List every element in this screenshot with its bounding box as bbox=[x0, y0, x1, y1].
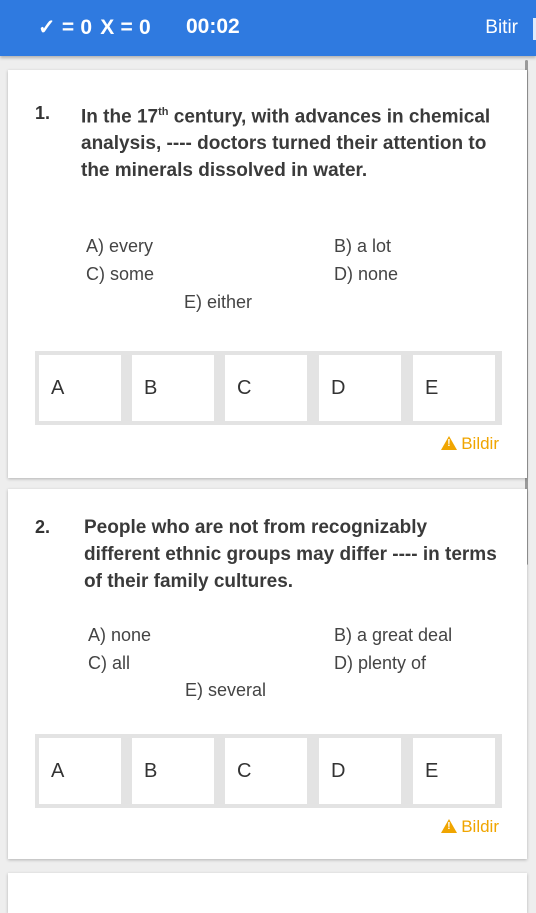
score-summary: ✓ = 0 X = 0 bbox=[38, 15, 151, 40]
question-text: In the 17th century, with advances in ch… bbox=[81, 106, 491, 182]
answer-button-c[interactable]: C bbox=[225, 738, 307, 804]
question-card-2: 2. People who are not from recognizably … bbox=[8, 489, 527, 859]
option-d: D) none bbox=[334, 264, 399, 284]
question-card-1: 1. In the 17th century, with advances in… bbox=[8, 70, 527, 478]
option-d: D) plenty of bbox=[334, 653, 427, 673]
answer-choices: A B C D E bbox=[35, 734, 502, 808]
option-c: C) all bbox=[88, 653, 131, 673]
option-a: A) none bbox=[88, 625, 152, 645]
answer-button-d[interactable]: D bbox=[319, 738, 401, 804]
report-label: Bildir bbox=[461, 434, 499, 453]
warning-icon bbox=[441, 819, 458, 833]
question-number: 1. bbox=[35, 103, 51, 123]
report-button[interactable]: Bildir bbox=[441, 434, 499, 454]
option-e: E) either bbox=[184, 292, 253, 312]
report-button[interactable]: Bildir bbox=[441, 817, 499, 837]
correct-count: ✓ = 0 bbox=[38, 16, 93, 39]
answer-button-c[interactable]: C bbox=[225, 355, 307, 421]
warning-icon bbox=[441, 436, 458, 450]
option-c: C) some bbox=[86, 264, 155, 284]
answer-choices: A B C D E bbox=[35, 351, 502, 425]
report-label: Bildir bbox=[461, 817, 499, 836]
option-e: E) several bbox=[185, 680, 267, 700]
answer-button-b[interactable]: B bbox=[132, 355, 214, 421]
answer-button-b[interactable]: B bbox=[132, 738, 214, 804]
timer: 00:02 bbox=[186, 15, 240, 38]
answer-button-a[interactable]: A bbox=[39, 738, 121, 804]
top-bar: ✓ = 0 X = 0 00:02 Bitir bbox=[0, 0, 536, 56]
option-b: B) a lot bbox=[334, 236, 392, 256]
answer-button-e[interactable]: E bbox=[413, 355, 495, 421]
answer-button-a[interactable]: A bbox=[39, 355, 121, 421]
question-number: 2. bbox=[35, 517, 51, 537]
finish-button[interactable]: Bitir bbox=[485, 17, 518, 39]
answer-button-e[interactable]: E bbox=[413, 738, 495, 804]
question-text: People who are not from recognizably dif… bbox=[84, 517, 497, 592]
option-b: B) a great deal bbox=[334, 625, 453, 645]
question-card-3 bbox=[8, 873, 527, 913]
answer-button-d[interactable]: D bbox=[319, 355, 401, 421]
wrong-count: X = 0 bbox=[100, 16, 151, 39]
option-a: A) every bbox=[86, 236, 154, 256]
